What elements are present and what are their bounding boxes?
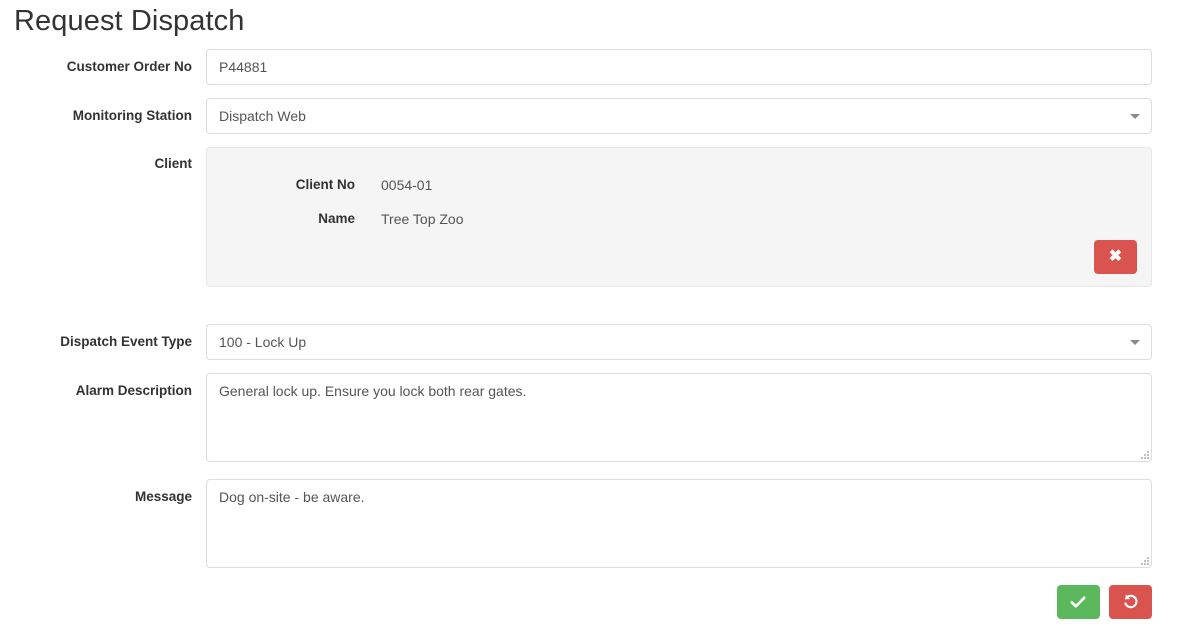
dispatch-event-type-control: 100 - Lock Up	[206, 324, 1152, 360]
monitoring-station-label: Monitoring Station	[72, 108, 192, 123]
customer-order-no-label: Customer Order No	[66, 59, 192, 74]
page-title: Request Dispatch	[14, 5, 245, 37]
message-textarea[interactable]: Dog on-site - be aware.	[206, 479, 1152, 568]
undo-icon	[1123, 594, 1137, 609]
check-icon	[1070, 596, 1086, 608]
client-control: Client No 0054-01 Name Tree Top Zoo ✖	[206, 147, 1152, 287]
chevron-down-icon	[1130, 340, 1140, 345]
client-label: Client	[154, 156, 192, 171]
form-action-bar	[206, 585, 1152, 619]
message-label: Message	[134, 489, 192, 504]
customer-order-no-control	[206, 49, 1152, 85]
client-no-row: Client No 0054-01	[207, 175, 1151, 195]
field-row-message: Message Dog on-site - be aware.	[0, 479, 1188, 569]
clear-client-button[interactable]: ✖	[1094, 240, 1137, 274]
alarm-description-value: General lock up. Ensure you lock both re…	[219, 383, 527, 399]
alarm-description-control: General lock up. Ensure you lock both re…	[206, 373, 1152, 462]
monitoring-station-control: Dispatch Web	[206, 98, 1152, 134]
message-value: Dog on-site - be aware.	[219, 489, 365, 505]
resize-handle-icon[interactable]	[1138, 448, 1149, 459]
client-name-label: Name	[318, 211, 355, 226]
chevron-down-icon	[1130, 114, 1140, 119]
dispatch-event-type-selected-value: 100 - Lock Up	[219, 334, 307, 350]
field-row-dispatch-event-type: Dispatch Event Type 100 - Lock Up	[0, 324, 1188, 360]
reset-button[interactable]	[1109, 585, 1152, 619]
alarm-description-label: Alarm Description	[75, 383, 192, 398]
monitoring-station-select[interactable]: Dispatch Web	[206, 98, 1152, 134]
client-name-value: Tree Top Zoo	[381, 211, 464, 227]
client-name-row: Name Tree Top Zoo	[207, 209, 1151, 229]
field-row-client: Client Client No 0054-01 Name Tree Top Z…	[0, 147, 1188, 289]
client-no-value: 0054-01	[381, 177, 433, 193]
monitoring-station-selected-value: Dispatch Web	[219, 108, 306, 124]
dispatch-event-type-label: Dispatch Event Type	[60, 334, 192, 349]
client-details-panel: Client No 0054-01 Name Tree Top Zoo ✖	[206, 147, 1152, 287]
alarm-description-textarea[interactable]: General lock up. Ensure you lock both re…	[206, 373, 1152, 462]
client-no-label: Client No	[295, 177, 355, 192]
close-icon: ✖	[1108, 248, 1123, 265]
customer-order-no-input[interactable]	[206, 49, 1152, 85]
message-control: Dog on-site - be aware.	[206, 479, 1152, 568]
field-row-monitoring-station: Monitoring Station Dispatch Web	[0, 98, 1188, 134]
request-dispatch-form-page: Request Dispatch Customer Order No Monit…	[0, 0, 1188, 640]
resize-handle-icon[interactable]	[1138, 554, 1149, 565]
field-row-customer-order-no: Customer Order No	[0, 49, 1188, 85]
dispatch-event-type-select[interactable]: 100 - Lock Up	[206, 324, 1152, 360]
submit-button[interactable]	[1056, 585, 1100, 619]
field-row-alarm-description: Alarm Description General lock up. Ensur…	[0, 373, 1188, 463]
